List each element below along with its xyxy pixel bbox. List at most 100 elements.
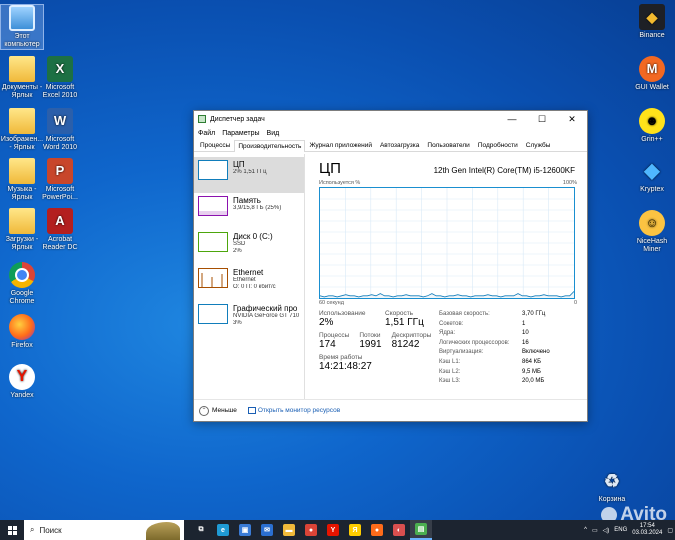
desktop-icon-label: GUI Wallet: [635, 84, 669, 91]
tab-app-history[interactable]: Журнал приложений: [305, 139, 376, 151]
desktop-icon-label: Binance: [639, 32, 665, 39]
network-icon[interactable]: ▭: [592, 527, 598, 534]
sidebar-item-detail: О: 0 П: 0 кбит/с: [233, 284, 276, 290]
desktop-icon-label: Firefox: [11, 342, 33, 349]
taskbar-app[interactable]: ◐: [388, 520, 410, 540]
sidebar-item[interactable]: Ethernet Ethernet О: 0 П: 0 кбит/с: [194, 265, 304, 301]
desktop-icon-grin[interactable]: ☻ Grin++: [630, 108, 674, 144]
spec-row: Кэш L2: 9,5 МБ: [439, 368, 550, 378]
desktop-icon-chrome[interactable]: Google Chrome: [0, 262, 44, 306]
desktop-icon-yandex[interactable]: Y Yandex: [0, 364, 44, 400]
tab-performance[interactable]: Производительность: [234, 140, 306, 152]
volume-icon[interactable]: ◁): [603, 527, 610, 534]
graph-x-label: 60 секунд: [319, 300, 344, 306]
taskbar-app[interactable]: ⧉: [190, 520, 212, 540]
sidebar-item[interactable]: Диск 0 (C:) SSD 2%: [194, 229, 304, 265]
mini-graph: [198, 196, 228, 216]
fewer-details-link[interactable]: Меньше: [212, 407, 237, 414]
taskbar-app[interactable]: ●: [366, 520, 388, 540]
mini-graph: [198, 304, 228, 324]
menu-view[interactable]: Вид: [267, 130, 280, 137]
desktop-icon-nicehash[interactable]: ☺ NiceHash Miner: [630, 210, 674, 254]
taskbar-app[interactable]: ▤: [410, 520, 432, 540]
sidebar-item[interactable]: Память 3,9/15,8 ГБ (25%): [194, 193, 304, 229]
tab-processes[interactable]: Процессы: [196, 139, 234, 151]
task-manager-window[interactable]: Диспетчер задач — ☐ ✕ Файл Параметры Вид…: [193, 110, 588, 422]
desktop-icon-powerpoint[interactable]: P Microsoft PowerPoi...: [38, 158, 82, 202]
sidebar-item-detail: 3%: [233, 320, 242, 326]
mini-graph: [198, 232, 228, 252]
spec-value: 3,70 ГГц: [522, 311, 546, 317]
spec-key: Кэш L3:: [439, 378, 461, 385]
handles-value: 81242: [391, 339, 420, 350]
desktop-icon-monero[interactable]: M GUI Wallet: [630, 56, 674, 92]
menu-options[interactable]: Параметры: [222, 130, 259, 137]
desktop-icon-binance[interactable]: ◆ Binance: [630, 4, 674, 40]
task-view-icon: ⧉: [198, 526, 204, 533]
chevron-up-icon[interactable]: ⌃: [199, 405, 209, 416]
handles-label: Дескрипторы: [391, 332, 432, 339]
desktop-icon-label: Microsoft Word 2010: [42, 136, 78, 151]
maximize-button[interactable]: ☐: [527, 111, 557, 127]
tab-bar: Процессы Производительность Журнал прило…: [194, 139, 587, 152]
taskbar-search[interactable]: ⌕ Поиск: [24, 520, 184, 540]
desktop-icon-kryptex[interactable]: ◆ Kryptex: [630, 158, 674, 194]
tab-details[interactable]: Подробности: [474, 139, 522, 151]
resource-monitor-link[interactable]: Открыть монитор ресурсов: [247, 407, 340, 414]
chrome-icon: [9, 262, 35, 288]
start-button[interactable]: [0, 520, 24, 540]
tab-services[interactable]: Службы: [522, 139, 555, 151]
threads-value: 1991: [359, 339, 382, 350]
tab-startup[interactable]: Автозагрузка: [376, 139, 423, 151]
taskbar-app[interactable]: ●: [300, 520, 322, 540]
store-icon: ▣: [239, 524, 251, 536]
desktop-icon-label: Acrobat Reader DC: [42, 236, 78, 251]
folder-icon: [9, 56, 35, 82]
spec-key: Кэш L1:: [439, 358, 461, 365]
monero-icon: M: [639, 56, 665, 82]
taskbar-app[interactable]: Я: [344, 520, 366, 540]
desktop-icon-acrobat[interactable]: A Acrobat Reader DC: [38, 208, 82, 252]
nicehash-icon: ☺: [639, 210, 665, 236]
menu-file[interactable]: Файл: [198, 130, 215, 137]
spec-value: 1: [522, 320, 526, 327]
desktop-icon-pc[interactable]: Этот компьютер: [0, 4, 44, 50]
cpu-usage-graph: [319, 187, 575, 299]
title-bar[interactable]: Диспетчер задач — ☐ ✕: [194, 111, 587, 127]
binance-icon: ◆: [639, 4, 665, 30]
spec-row: Логических процессоров: 16: [439, 339, 550, 349]
desktop-icon-firefox[interactable]: Firefox: [0, 314, 44, 350]
desktop-icon-recycle-bin[interactable]: ♻ Корзина: [590, 468, 634, 504]
tray-chevron-icon[interactable]: ^: [584, 527, 587, 533]
spec-key: Виртуализация:: [439, 349, 484, 356]
mini-graph: [198, 268, 228, 288]
speed-value: 1,51 ГГц: [385, 317, 424, 328]
desktop-icon-label: Этот компьютер: [4, 33, 40, 48]
taskbar-app[interactable]: ▣: [234, 520, 256, 540]
spec-row: Сокетов: 1: [439, 320, 550, 330]
search-icon: ⌕: [30, 525, 35, 534]
sidebar-item[interactable]: Графический про NVIDIA GeForce GT 710 3%: [194, 301, 304, 337]
notifications-icon[interactable]: ▢: [667, 527, 673, 534]
clock[interactable]: 17:54 03.03.2024: [632, 523, 662, 537]
desktop-icon-word[interactable]: W Microsoft Word 2010: [38, 108, 82, 152]
sidebar-item-detail: 2% 1,51 ГГц: [233, 169, 267, 175]
taskbar-app[interactable]: Y: [322, 520, 344, 540]
close-button[interactable]: ✕: [557, 111, 587, 127]
taskbar-app[interactable]: ✉: [256, 520, 278, 540]
cpu-specs: Базовая скорость: 3,70 ГГц Сокетов: 1 Ядра: 1…: [439, 310, 550, 387]
spec-value: 864 КБ: [522, 358, 542, 365]
tab-users[interactable]: Пользователи: [423, 139, 473, 151]
pc-icon: [9, 5, 35, 31]
taskbar-app[interactable]: e: [212, 520, 234, 540]
powerpoint-icon: P: [47, 158, 73, 184]
spec-key: Сокетов:: [439, 320, 464, 327]
language-indicator[interactable]: ENG: [614, 527, 627, 533]
uptime-label: Время работы: [319, 354, 363, 361]
sidebar-item[interactable]: ЦП 2% 1,51 ГГц: [194, 157, 304, 193]
taskbar-app[interactable]: ▬: [278, 520, 300, 540]
acrobat-icon: A: [47, 208, 73, 234]
minimize-button[interactable]: —: [497, 111, 527, 127]
grin-icon: ☻: [639, 108, 665, 134]
desktop-icon-excel[interactable]: X Microsoft Excel 2010: [38, 56, 82, 100]
